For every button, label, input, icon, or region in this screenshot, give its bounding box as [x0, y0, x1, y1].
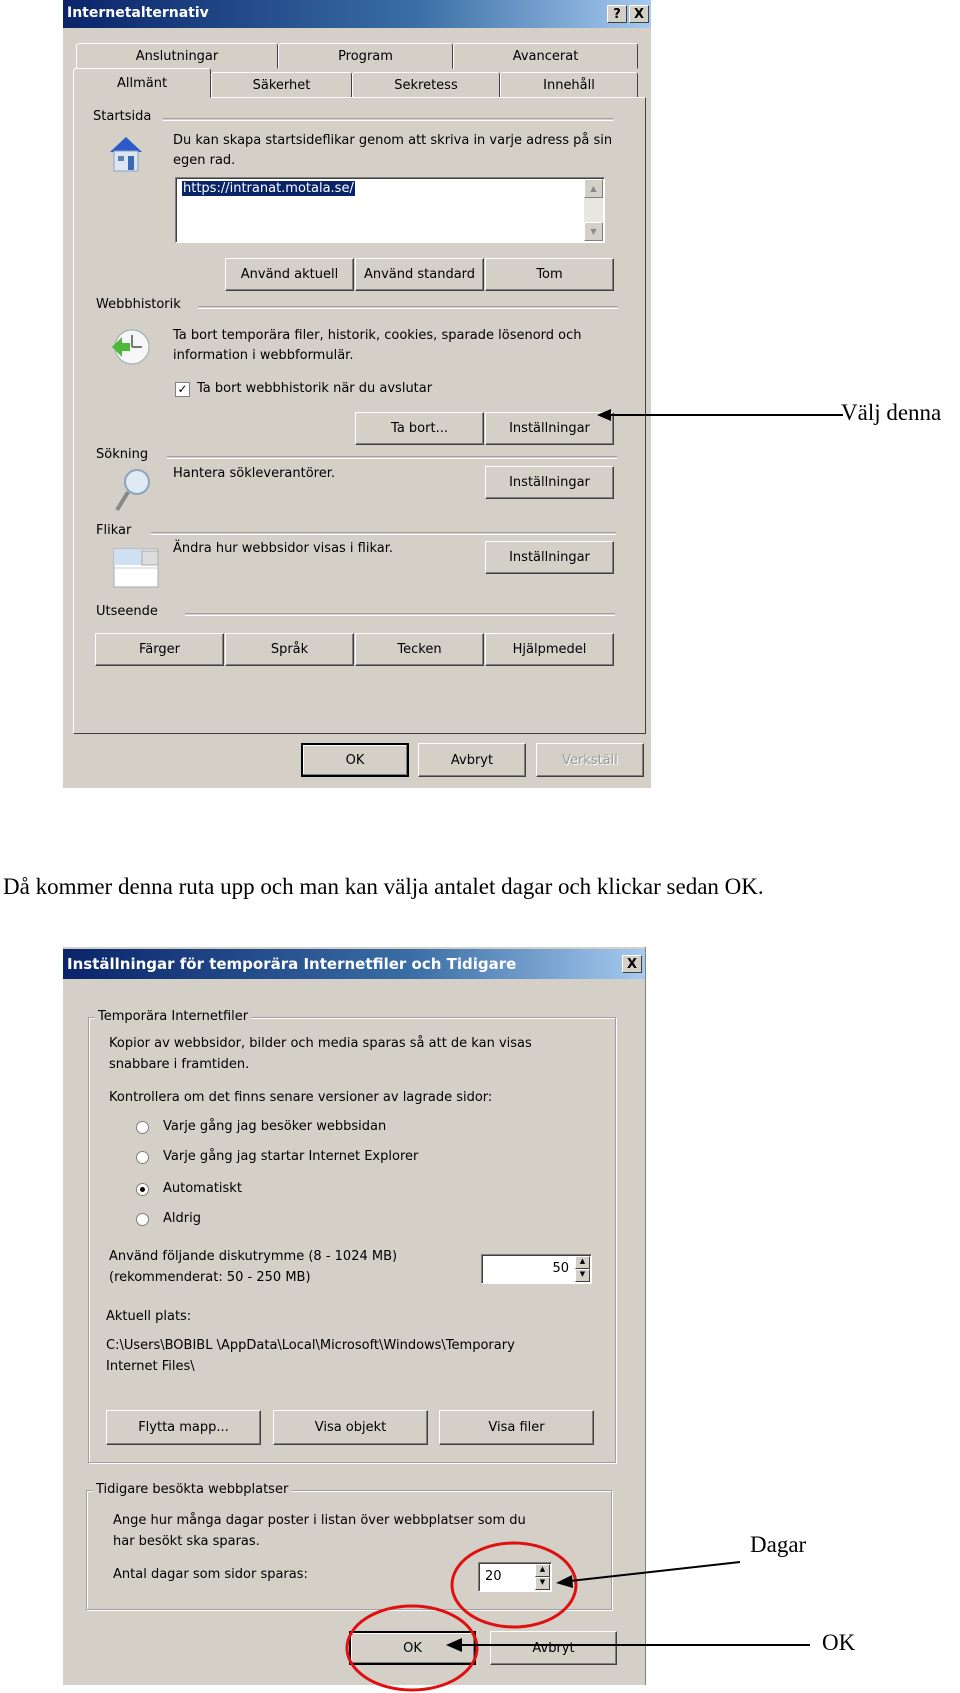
annotation-days: Dagar: [750, 1532, 807, 1557]
use-current-button[interactable]: Använd aktuell: [225, 258, 354, 291]
annotation-choose-this: Välj denna: [841, 400, 942, 425]
close-button[interactable]: X: [622, 955, 642, 973]
help-button[interactable]: ?: [607, 5, 627, 23]
magnifier-icon: [113, 466, 153, 514]
fonts-button[interactable]: Tecken: [355, 633, 484, 666]
colors-button[interactable]: Färger: [95, 633, 224, 666]
history-description-2: har besökt ska sparas.: [113, 1534, 260, 1549]
accessibility-button[interactable]: Hjälpmedel: [485, 633, 614, 666]
instruction-paragraph: Då kommer denna ruta upp och man kan väl…: [3, 874, 764, 899]
delete-history-on-exit-checkbox[interactable]: ✓: [175, 382, 190, 397]
house-icon: [108, 134, 144, 174]
languages-button[interactable]: Språk: [225, 633, 354, 666]
tab-sakerhet[interactable]: Säkerhet: [211, 72, 352, 98]
disk-space-label-1: Använd följande diskutrymme (8 - 1024 MB…: [109, 1249, 398, 1264]
delete-history-on-exit-label: Ta bort webbhistorik när du avslutar: [197, 381, 433, 396]
disk-space-spinner[interactable]: 50 ▲ ▼: [481, 1254, 592, 1284]
current-location-label: Aktuell plats:: [106, 1309, 192, 1324]
view-objects-button[interactable]: Visa objekt: [273, 1410, 428, 1445]
arrow-to-ok-head: [446, 1638, 462, 1652]
radio-never-label: Aldrig: [163, 1211, 201, 1226]
disk-space-value: 50: [552, 1261, 569, 1276]
check-newer-label: Kontrollera om det finns senare versione…: [109, 1090, 493, 1105]
textarea-scrollbar[interactable]: ▲ ▼: [584, 179, 603, 241]
dialog-title: Inställningar för temporära Internetfile…: [67, 955, 517, 973]
flikar-heading: Flikar: [96, 523, 132, 538]
spin-down-icon[interactable]: ▼: [575, 1269, 590, 1282]
radio-every-visit[interactable]: [136, 1121, 149, 1134]
temp-files-heading: Temporära Internetfiler: [95, 1009, 252, 1024]
tab-avancerat[interactable]: Avancerat: [453, 43, 638, 69]
tabs-icon: [113, 548, 159, 588]
flikar-description: Ändra hur webbsidor visas i flikar.: [173, 541, 394, 556]
startsida-heading: Startsida: [93, 109, 152, 124]
startsida-description: Du kan skapa startsideflikar genom att s…: [173, 133, 613, 168]
sokning-description: Hantera sökleverantörer.: [173, 466, 336, 481]
webbhistorik-divider: [198, 306, 618, 309]
radio-every-start-label: Varje gång jag startar Internet Explorer: [163, 1149, 419, 1164]
search-settings-button[interactable]: Inställningar: [485, 466, 614, 499]
annotation-overlay: [345, 1541, 810, 1692]
temp-files-description-1: Kopior av webbsidor, bilder och media sp…: [109, 1036, 532, 1051]
days-to-keep-label: Antal dagar som sidor sparas:: [113, 1567, 308, 1582]
tab-allmant[interactable]: Allmänt: [73, 68, 211, 98]
internet-options-dialog: Internetalternativ ? X Anslutningar Prog…: [63, 0, 651, 788]
title-bar: Internetalternativ ? X: [63, 0, 651, 28]
radio-never[interactable]: [136, 1213, 149, 1226]
arrow-to-days: [569, 1561, 741, 1582]
view-files-button[interactable]: Visa filer: [439, 1410, 594, 1445]
spin-up-icon[interactable]: ▲: [575, 1256, 590, 1269]
utseende-divider: [185, 613, 615, 616]
tab-sekretess[interactable]: Sekretess: [352, 72, 500, 98]
radio-automatic[interactable]: [136, 1183, 149, 1196]
radio-every-start[interactable]: [136, 1151, 149, 1164]
history-heading: Tidigare besökta webbplatser: [93, 1482, 292, 1497]
sokning-heading: Sökning: [96, 447, 149, 462]
close-button[interactable]: X: [629, 5, 649, 23]
webbhistorik-heading: Webbhistorik: [96, 297, 181, 312]
radio-every-visit-label: Varje gång jag besöker webbsidan: [163, 1119, 387, 1134]
temp-files-group: Temporära Internetfiler: [88, 1009, 616, 1463]
tab-anslutningar[interactable]: Anslutningar: [76, 43, 278, 69]
utseende-heading: Utseende: [96, 604, 158, 619]
tab-program[interactable]: Program: [278, 43, 453, 69]
sokning-divider: [167, 456, 617, 459]
scroll-up-icon[interactable]: ▲: [584, 179, 603, 198]
disk-space-spin-buttons[interactable]: ▲ ▼: [575, 1256, 590, 1282]
delete-button[interactable]: Ta bort...: [355, 412, 484, 445]
homepage-url-value: https://intranat.motala.se/: [182, 181, 355, 196]
highlight-days-ellipse: [450, 1541, 578, 1629]
scroll-down-icon[interactable]: ▼: [584, 222, 603, 241]
tab-innehall[interactable]: Innehåll: [500, 72, 638, 98]
flikar-divider: [151, 532, 616, 535]
disk-space-label-2: (rekommenderat: 50 - 250 MB): [109, 1270, 311, 1285]
homepage-url-textarea[interactable]: https://intranat.motala.se/ ▲ ▼: [175, 177, 605, 243]
title-bar: Inställningar för temporära Internetfile…: [63, 949, 645, 979]
arrow-to-days-head: [556, 1575, 573, 1588]
radio-automatic-label: Automatiskt: [163, 1181, 242, 1196]
temp-files-description-2: snabbare i framtiden.: [109, 1057, 250, 1072]
ok-button[interactable]: OK: [301, 743, 409, 777]
cancel-button[interactable]: Avbryt: [418, 743, 526, 777]
use-blank-button[interactable]: Tom: [485, 258, 614, 291]
annotation-ok: OK: [822, 1630, 856, 1655]
current-location-path-1: C:\Users\BOBIBL \AppData\Local\Microsoft…: [106, 1338, 515, 1353]
move-folder-button[interactable]: Flytta mapp...: [106, 1410, 261, 1445]
dialog-title: Internetalternativ: [67, 5, 209, 21]
webbhistorik-description: Ta bort temporära filer, historik, cooki…: [173, 328, 582, 363]
use-default-button[interactable]: Använd standard: [355, 258, 484, 291]
current-location-path-2: Internet Files\: [106, 1359, 195, 1374]
tabs-settings-button[interactable]: Inställningar: [485, 541, 614, 574]
apply-button: Verkställ: [536, 743, 644, 777]
history-clock-icon: [108, 325, 152, 369]
startsida-divider: [163, 118, 613, 121]
arrow-to-settings: [597, 409, 843, 421]
